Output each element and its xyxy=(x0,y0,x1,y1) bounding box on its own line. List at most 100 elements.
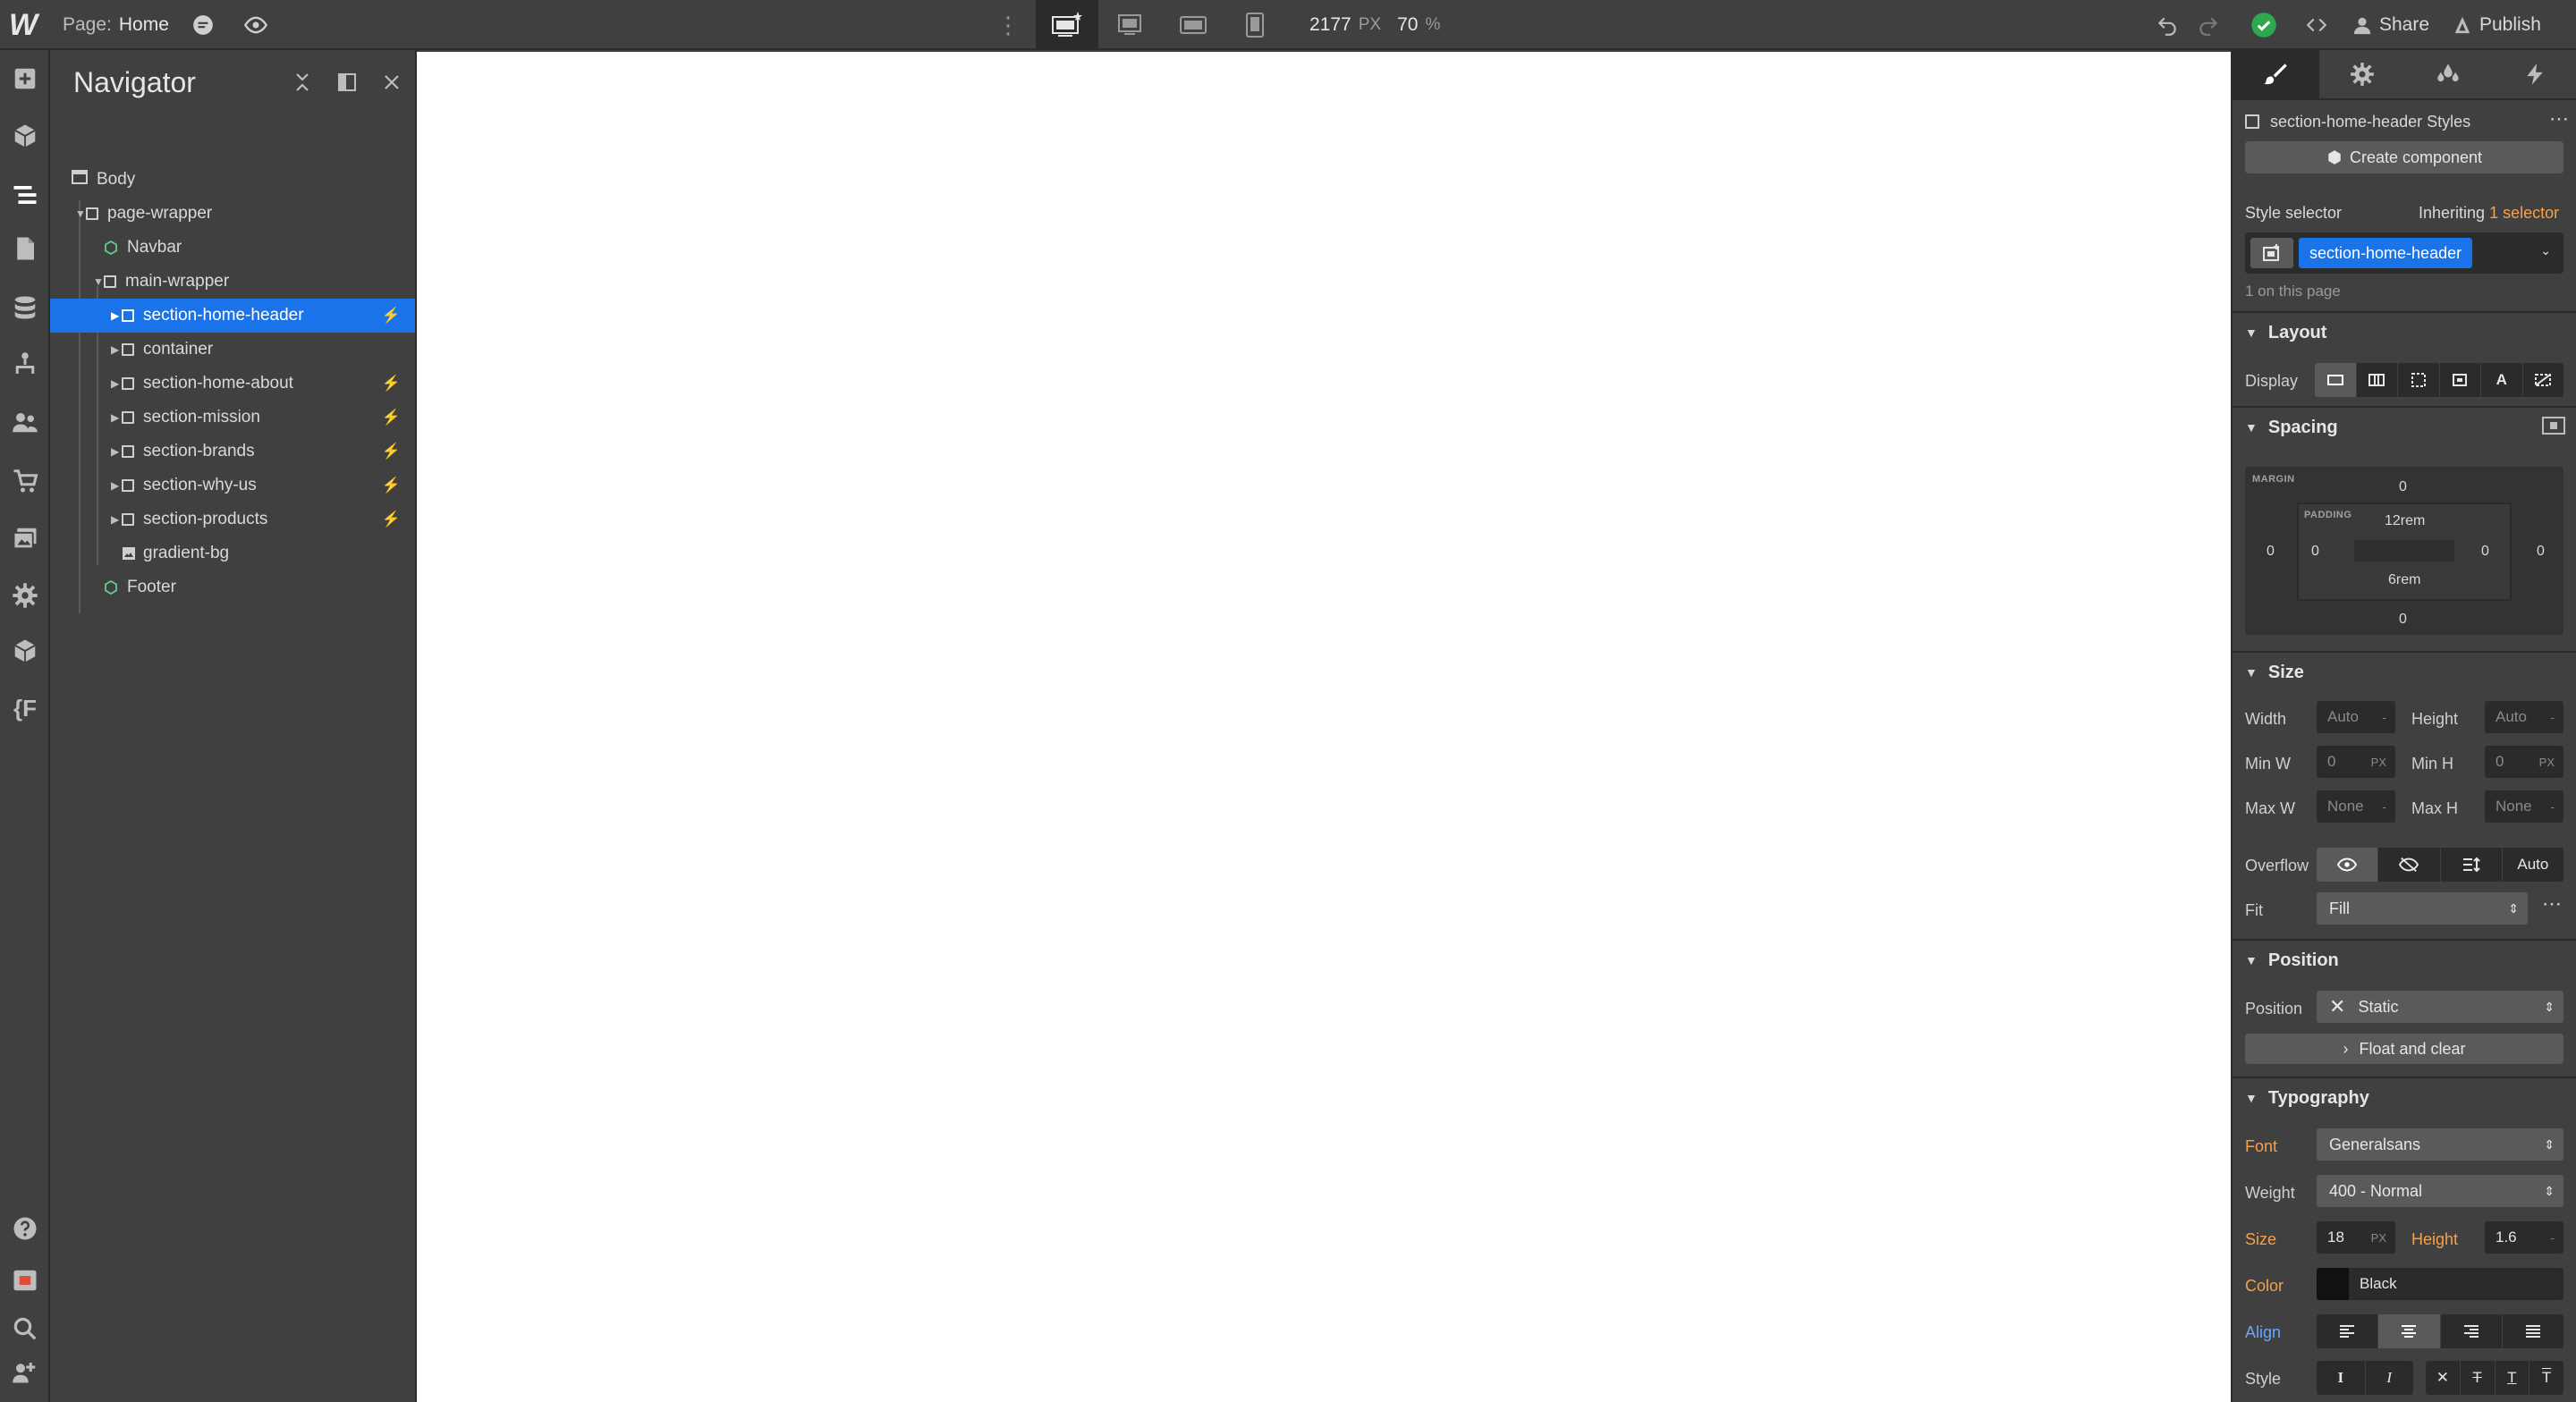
collaborators-icon[interactable] xyxy=(11,1357,39,1386)
code-icon[interactable] xyxy=(2304,0,2329,50)
more-icon[interactable]: ⋯ xyxy=(2542,892,2562,916)
spacing-section-header[interactable]: ▼ Spacing xyxy=(2233,406,2576,447)
style-selector-field[interactable]: section-home-header ⌄ xyxy=(2245,232,2563,274)
breakpoint-desktop-star-icon[interactable] xyxy=(1036,0,1098,50)
padding-right-value[interactable]: 0 xyxy=(2481,544,2489,560)
display-inline-block-icon[interactable] xyxy=(2440,363,2481,397)
regular-i-icon[interactable]: I xyxy=(2317,1361,2366,1395)
selector-type-icon[interactable] xyxy=(2250,238,2293,268)
display-grid-icon[interactable] xyxy=(2398,363,2440,397)
caret-right-icon[interactable]: ▶ xyxy=(111,479,122,492)
display-inline-icon[interactable]: A xyxy=(2481,363,2523,397)
display-none-icon[interactable] xyxy=(2523,363,2564,397)
min-width-input[interactable]: 0 PX xyxy=(2317,746,2395,778)
tree-item-gradient-bg[interactable]: gradient-bg xyxy=(50,536,415,570)
tree-item-section-products[interactable]: ▶ section-products ⚡ xyxy=(50,503,415,536)
tab-interactions[interactable] xyxy=(2492,50,2576,98)
tree-item-section-brands[interactable]: ▶ section-brands ⚡ xyxy=(50,435,415,469)
design-canvas[interactable] xyxy=(417,52,2231,1402)
underline-icon[interactable]: T xyxy=(2496,1361,2530,1395)
caret-right-icon[interactable]: ▶ xyxy=(111,445,122,458)
caret-down-icon[interactable]: ▼ xyxy=(93,275,104,288)
size-section-header[interactable]: ▼ Size xyxy=(2233,651,2576,692)
tree-item-body[interactable]: Body xyxy=(50,163,415,197)
styles-checkbox[interactable] xyxy=(2245,114,2259,129)
webflow-logo[interactable]: W xyxy=(9,0,41,50)
typography-section-header[interactable]: ▼ Typography xyxy=(2233,1077,2576,1118)
logic-flow-icon[interactable] xyxy=(11,350,39,379)
tab-style-manager[interactable] xyxy=(2405,50,2492,98)
help-icon[interactable] xyxy=(11,1214,39,1243)
status-check-icon[interactable] xyxy=(2250,0,2277,50)
padding-top-value[interactable]: 12rem xyxy=(2385,513,2425,529)
display-block-icon[interactable] xyxy=(2315,363,2357,397)
tab-settings[interactable] xyxy=(2319,50,2406,98)
margin-right-value[interactable]: 0 xyxy=(2537,544,2545,560)
tab-style[interactable] xyxy=(2233,50,2319,98)
tree-item-navbar[interactable]: Navbar xyxy=(50,231,415,265)
chevron-down-icon[interactable]: ⌄ xyxy=(2540,243,2551,258)
italic-icon[interactable]: I xyxy=(2366,1361,2414,1395)
video-record-icon[interactable] xyxy=(11,1266,39,1295)
color-input[interactable]: Black xyxy=(2317,1268,2563,1300)
width-input[interactable]: Auto - xyxy=(2317,701,2395,733)
max-width-input[interactable]: None - xyxy=(2317,790,2395,823)
navigator-icon[interactable] xyxy=(5,181,45,209)
overflow-hidden-eye-icon[interactable] xyxy=(2378,848,2441,882)
spacing-preset-icon[interactable] xyxy=(2542,416,2565,439)
breakpoint-tablet-icon[interactable] xyxy=(1245,0,1265,50)
tree-item-section-mission[interactable]: ▶ section-mission ⚡ xyxy=(50,401,415,435)
redo-icon[interactable] xyxy=(2197,0,2220,50)
undo-icon[interactable] xyxy=(2156,0,2179,50)
weight-select[interactable]: 400 - Normal ⇕ xyxy=(2317,1175,2563,1207)
overflow-visible-eye-icon[interactable] xyxy=(2317,848,2379,882)
search-icon[interactable] xyxy=(11,1314,39,1343)
users-icon[interactable] xyxy=(11,408,39,436)
margin-left-value[interactable]: 0 xyxy=(2267,544,2275,560)
position-select[interactable]: ✕ Static ⇕ xyxy=(2317,991,2563,1023)
dock-panel-icon[interactable] xyxy=(335,70,360,95)
publish-button[interactable]: Publish xyxy=(2453,0,2541,50)
collapse-all-icon[interactable] xyxy=(290,70,315,95)
caret-right-icon[interactable]: ▶ xyxy=(111,343,122,356)
layout-section-header[interactable]: ▼ Layout xyxy=(2233,311,2576,352)
strikethrough-icon[interactable]: T xyxy=(2461,1361,2496,1395)
overline-icon[interactable]: T xyxy=(2529,1361,2563,1395)
color-swatch[interactable] xyxy=(2317,1268,2349,1300)
caret-down-icon[interactable]: ▼ xyxy=(75,207,86,220)
padding-left-value[interactable]: 0 xyxy=(2311,544,2319,560)
tree-item-page-wrapper[interactable]: ▼ page-wrapper xyxy=(50,197,415,231)
tree-item-section-why-us[interactable]: ▶ section-why-us ⚡ xyxy=(50,469,415,503)
pages-icon[interactable] xyxy=(11,234,39,263)
breakpoint-tablet-landscape-icon[interactable] xyxy=(1179,0,1208,50)
settings-gear-icon[interactable] xyxy=(11,581,39,610)
tree-item-section-home-about[interactable]: ▶ section-home-about ⚡ xyxy=(50,367,415,401)
create-component-button[interactable]: Create component xyxy=(2245,141,2563,173)
close-icon[interactable] xyxy=(379,70,404,95)
tree-item-container[interactable]: ▶ container xyxy=(50,333,415,367)
overflow-auto[interactable]: Auto xyxy=(2503,848,2563,882)
padding-bottom-value[interactable]: 6rem xyxy=(2388,572,2420,588)
caret-right-icon[interactable]: ▶ xyxy=(111,309,122,322)
breakpoint-desktop-icon[interactable] xyxy=(1116,0,1143,50)
height-input[interactable]: Auto - xyxy=(2485,701,2563,733)
align-center-icon[interactable] xyxy=(2378,1314,2441,1348)
ecommerce-cart-icon[interactable] xyxy=(11,467,39,495)
share-button[interactable]: Share xyxy=(2352,0,2429,50)
caret-right-icon[interactable]: ▶ xyxy=(111,513,122,526)
max-height-input[interactable]: None - xyxy=(2485,790,2563,823)
font-select[interactable]: Generalsans ⇕ xyxy=(2317,1128,2563,1161)
components-cube-icon[interactable] xyxy=(11,122,39,150)
position-section-header[interactable]: ▼ Position xyxy=(2233,939,2576,980)
more-options-icon[interactable]: ⋮ xyxy=(996,0,1020,50)
line-height-input[interactable]: 1.6- xyxy=(2485,1221,2563,1254)
caret-right-icon[interactable]: ▶ xyxy=(111,411,122,424)
selector-chip[interactable]: section-home-header xyxy=(2299,238,2473,268)
preview-eye-icon[interactable] xyxy=(243,0,268,50)
float-clear-toggle[interactable]: › Float and clear xyxy=(2245,1034,2563,1064)
canvas-width-readout[interactable]: 2177 PX 70 % xyxy=(1309,0,1440,50)
cms-database-icon[interactable] xyxy=(11,293,39,322)
comments-icon[interactable] xyxy=(191,0,215,50)
tree-item-main-wrapper[interactable]: ▼ main-wrapper xyxy=(50,265,415,299)
align-justify-icon[interactable] xyxy=(2503,1314,2563,1348)
